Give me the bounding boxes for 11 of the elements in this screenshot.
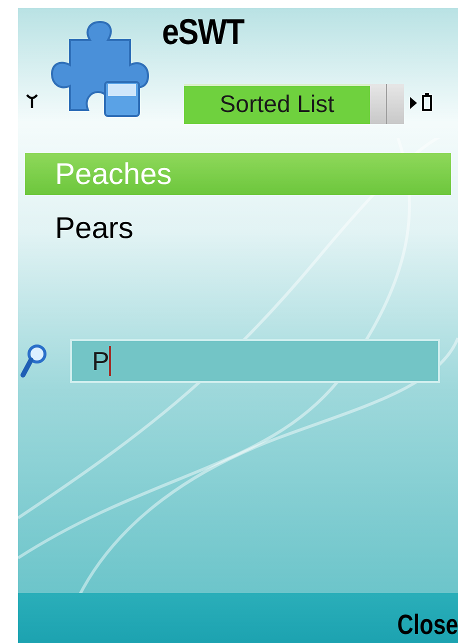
tab[interactable]: Sorted List: [184, 84, 370, 124]
search-field[interactable]: P: [70, 339, 440, 383]
list-item[interactable]: Pears: [25, 207, 451, 249]
app-title: eSWT: [162, 14, 244, 50]
signal-icon: [26, 94, 38, 108]
tab-stub: [370, 84, 404, 124]
search-icon: [20, 343, 48, 379]
right-arrow-icon: [410, 97, 417, 109]
battery-icon: [422, 93, 432, 111]
text-cursor: [109, 346, 112, 376]
close-softkey[interactable]: Close: [397, 611, 458, 639]
